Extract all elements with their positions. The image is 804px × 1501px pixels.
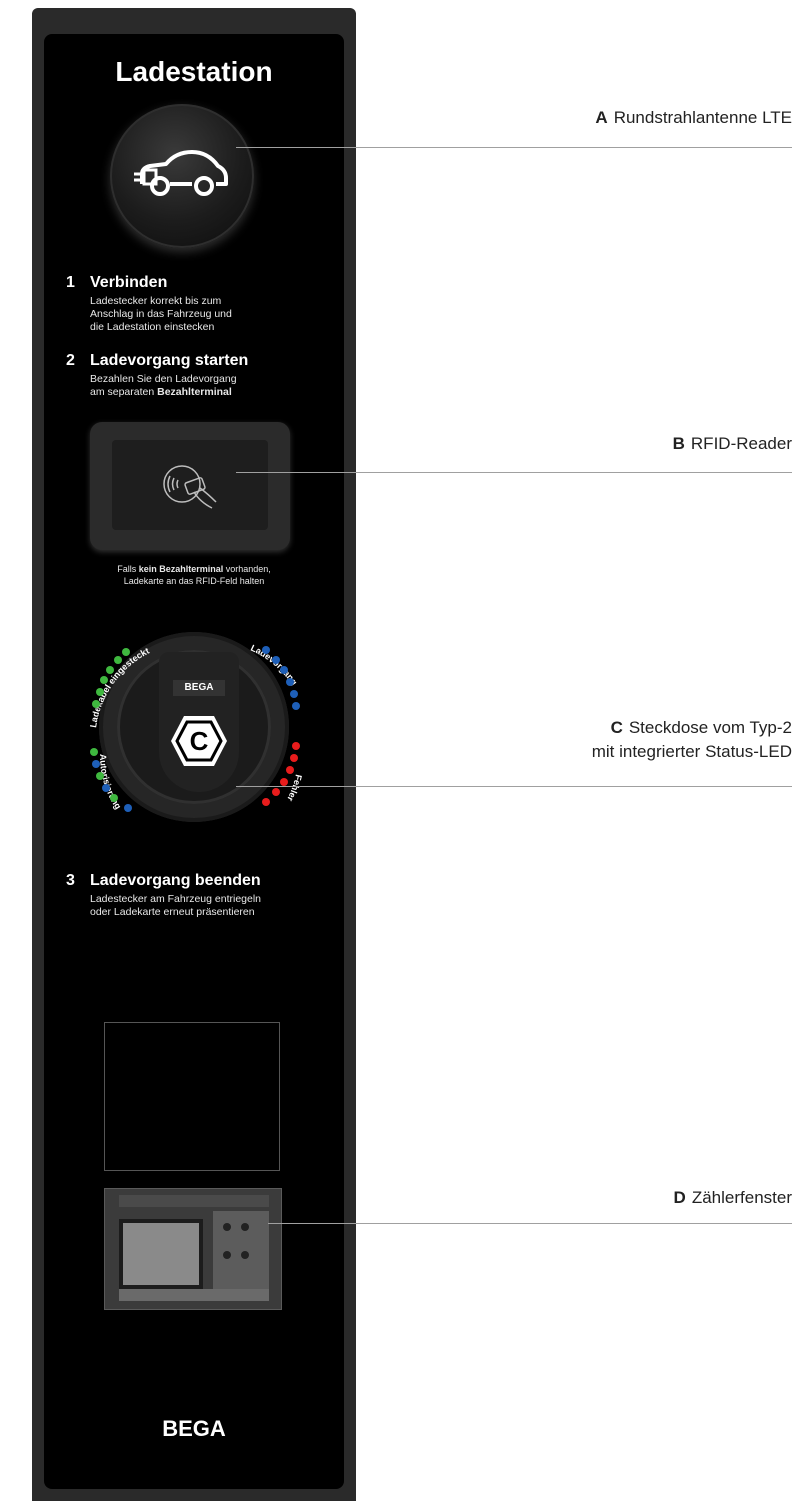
rfid-reader[interactable] xyxy=(90,422,290,550)
note-text-bold: kein Bezahlterminal xyxy=(138,564,224,574)
leader-line-b xyxy=(236,472,792,473)
callout-letter: C xyxy=(610,718,623,737)
callout-c: C Steckdose vom Typ-2 mit integrierter St… xyxy=(592,716,792,764)
meter-terminal xyxy=(241,1251,249,1259)
leader-line-a xyxy=(236,147,792,148)
step-description: Ladestecker am Fahrzeug entriegeln oder … xyxy=(90,893,261,919)
step-text: am separaten xyxy=(90,386,158,398)
step-number: 3 xyxy=(66,872,75,889)
meter-terminal xyxy=(223,1223,231,1231)
status-led-ring: Ladekabel eingesteckt Autorisierung Lade… xyxy=(88,643,304,812)
callout-a: A Rundstrahlantenne LTE xyxy=(595,106,792,130)
step-line: am separaten Bezahlterminal xyxy=(90,386,237,399)
step-number: 1 xyxy=(66,274,75,291)
brand-logo: BEGA xyxy=(162,1416,226,1441)
callout-letter: D xyxy=(673,1188,686,1207)
step-line: Bezahlen Sie den Ladevorgang xyxy=(90,373,237,385)
step-heading: Ladevorgang beenden xyxy=(90,872,261,889)
led-label-error: Fehler xyxy=(285,774,304,804)
step-line: Ladestecker am Fahrzeug entriegeln xyxy=(90,893,262,905)
note-line: Falls kein Bezahlterminal vorhanden, xyxy=(44,563,344,575)
note-text: vorhanden, xyxy=(223,564,271,574)
contactless-card-icon xyxy=(163,465,217,509)
leader-line-d xyxy=(268,1223,792,1224)
step-description: Ladestecker korrekt bis zum Anschlag in … xyxy=(90,295,232,334)
callout-label: Rundstrahlantenne LTE xyxy=(613,108,792,127)
meter-terminal xyxy=(241,1223,249,1231)
leader-line-c xyxy=(236,786,792,787)
blank-window xyxy=(104,1022,280,1171)
meter-window xyxy=(104,1188,282,1310)
front-panel: Ladestation 1 Verbinden Ladestecker korr… xyxy=(44,34,344,1489)
callout-letter: A xyxy=(595,108,608,127)
callout-label: Zählerfenster xyxy=(691,1188,792,1207)
lte-antenna xyxy=(110,104,254,248)
step-line: die Ladestation einstecken xyxy=(90,321,215,333)
rfid-note: Falls kein Bezahlterminal vorhanden, Lad… xyxy=(44,563,344,587)
callout-line: C Steckdose vom Typ-2 xyxy=(592,716,792,740)
note-text: Falls xyxy=(117,564,139,574)
callout-b: B RFID-Reader xyxy=(673,432,792,456)
step-heading: Verbinden xyxy=(90,274,168,291)
meter-top-strip xyxy=(119,1195,269,1207)
step-line: oder Ladekarte erneut präsentieren xyxy=(90,906,255,918)
step-number: 2 xyxy=(66,352,75,369)
callout-label: Steckdose vom Typ-2 xyxy=(628,718,792,737)
rfid-window xyxy=(112,440,268,530)
callout-label: RFID-Reader xyxy=(690,434,792,453)
step-line: Ladestecker korrekt bis zum xyxy=(90,295,222,307)
led-label-authorization: Autorisierung xyxy=(98,754,123,811)
step-text-bold: Bezahlterminal xyxy=(157,386,232,398)
step-heading: Ladevorgang starten xyxy=(90,352,249,369)
meter-terminal xyxy=(223,1251,231,1259)
step-description: Bezahlen Sie den Ladevorgang am separate… xyxy=(90,373,237,399)
callout-letter: B xyxy=(672,434,685,453)
step-line: Anschlag in das Fahrzeug und xyxy=(90,308,232,320)
station-title: Ladestation xyxy=(115,56,273,87)
electric-car-icon xyxy=(134,150,228,196)
note-line: Ladekarte an das RFID-Feld halten xyxy=(123,576,265,586)
callout-line-2: mit integrierter Status-LED xyxy=(591,742,792,761)
meter-display xyxy=(119,1219,203,1289)
callout-d: D Zählerfenster xyxy=(674,1186,792,1210)
meter-side-panel xyxy=(213,1211,269,1291)
charging-station: Ladestation 1 Verbinden Ladestecker korr… xyxy=(32,8,356,1501)
meter-label-strip xyxy=(119,1289,269,1301)
